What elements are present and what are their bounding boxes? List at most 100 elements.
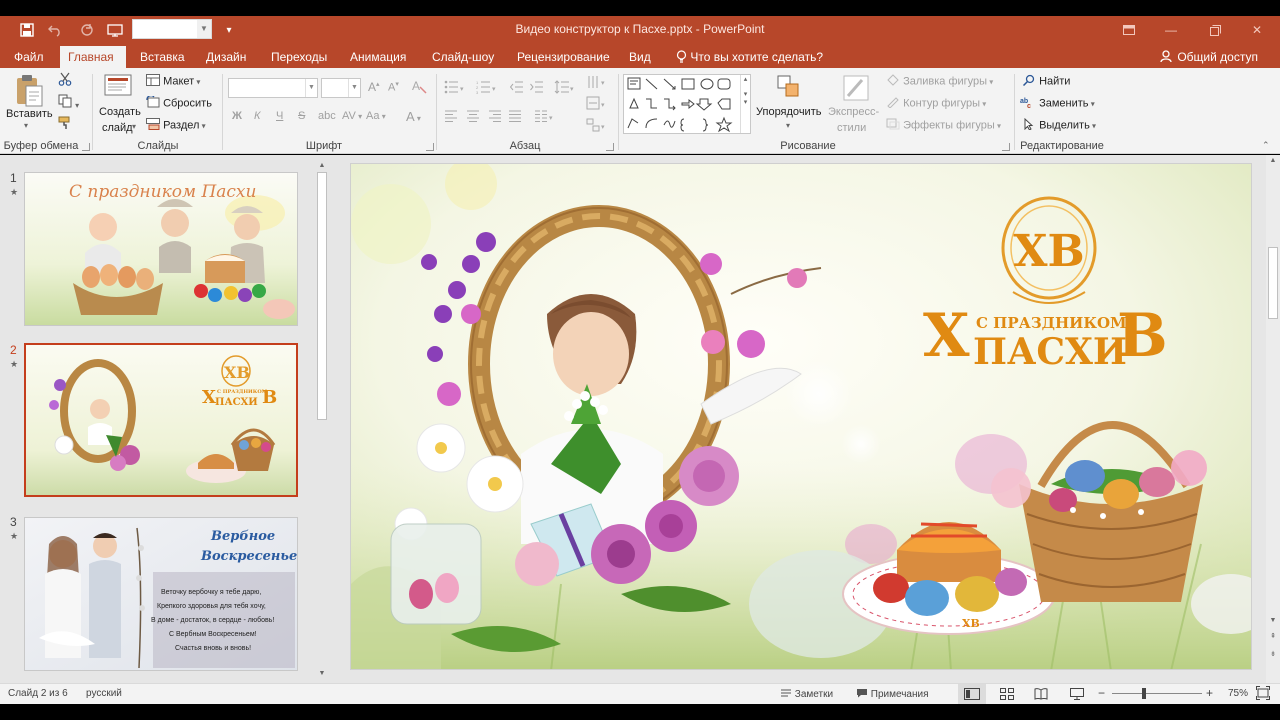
thumbnails-scrollbar[interactable]: ▲ ▼ bbox=[315, 160, 329, 680]
clear-formatting-icon[interactable]: A bbox=[411, 78, 427, 97]
scroll-down-icon[interactable]: ▼ bbox=[315, 668, 329, 680]
increase-indent-icon[interactable] bbox=[530, 80, 544, 97]
collapse-ribbon-icon[interactable]: ⌃ bbox=[1262, 140, 1270, 151]
font-color-icon[interactable]: A ▾ bbox=[406, 109, 421, 124]
text-shadow-icon[interactable]: abc bbox=[318, 110, 336, 122]
quick-styles-label-1[interactable]: Экспресс- bbox=[828, 106, 879, 118]
text-direction-icon[interactable]: ▾ bbox=[586, 74, 608, 93]
section-button[interactable]: Раздел ▾ bbox=[146, 118, 206, 133]
new-slide-label-1[interactable]: Создать bbox=[99, 106, 141, 118]
bold-button[interactable]: Ж bbox=[232, 110, 242, 122]
replace-button[interactable]: ab c Заменить ▾ bbox=[1020, 96, 1095, 111]
slide-sorter-button[interactable] bbox=[1000, 688, 1014, 703]
tab-home[interactable]: Главная bbox=[60, 46, 126, 68]
layout-button[interactable]: Макет ▾ bbox=[146, 74, 200, 89]
font-name-select[interactable]: ▼ bbox=[228, 78, 318, 98]
slideshow-button[interactable] bbox=[1070, 688, 1084, 703]
arrange-button[interactable]: Упорядочить bbox=[756, 106, 821, 118]
new-slide-chevron-icon[interactable]: ▾ bbox=[132, 122, 136, 131]
slide-scroll-thumb[interactable] bbox=[1268, 247, 1278, 319]
close-icon[interactable]: ✕ bbox=[1234, 16, 1280, 44]
ribbon-display-icon[interactable] bbox=[1106, 16, 1152, 44]
arrange-icon[interactable] bbox=[776, 74, 804, 105]
language-indicator[interactable]: русский bbox=[86, 688, 122, 699]
normal-view-button[interactable] bbox=[958, 684, 986, 704]
tab-insert[interactable]: Вставка bbox=[132, 46, 193, 68]
zoom-out-button[interactable]: − bbox=[1098, 686, 1105, 700]
numbering-icon[interactable]: 1 2 3 ▾ bbox=[476, 80, 498, 97]
grow-font-icon[interactable]: A▴ bbox=[368, 80, 380, 94]
paste-chevron-icon[interactable]: ▾ bbox=[24, 121, 28, 130]
minimize-icon[interactable]: — bbox=[1148, 16, 1194, 44]
quick-styles-icon[interactable] bbox=[842, 74, 870, 105]
slide-thumbnail-1[interactable]: С праздником Пасхи bbox=[24, 172, 298, 326]
comments-button[interactable]: Примечания bbox=[856, 688, 929, 700]
tab-review[interactable]: Рецензирование bbox=[509, 46, 618, 68]
tell-me-box[interactable]: Что вы хотите сделать? bbox=[676, 46, 823, 68]
clipboard-launcher-icon[interactable] bbox=[82, 143, 90, 151]
align-text-icon[interactable]: ▾ bbox=[586, 96, 608, 113]
drawing-launcher-icon[interactable] bbox=[1002, 143, 1010, 151]
change-case-icon[interactable]: Aa ▾ bbox=[366, 110, 386, 122]
tab-transitions[interactable]: Переходы bbox=[263, 46, 335, 68]
new-slide-label-2[interactable]: слайд bbox=[102, 122, 133, 134]
columns-icon[interactable]: ▾ bbox=[534, 110, 556, 125]
slide-thumbnail-3[interactable]: Вербное Воскресенье! Веточку вербочку я … bbox=[24, 517, 298, 671]
notes-button[interactable]: Заметки bbox=[780, 688, 833, 700]
tab-animation[interactable]: Анимация bbox=[342, 46, 414, 68]
zoom-in-button[interactable]: + bbox=[1206, 686, 1213, 700]
maximize-icon[interactable] bbox=[1192, 16, 1238, 44]
shape-fill-button[interactable]: Заливка фигуры ▾ bbox=[886, 74, 993, 89]
find-button[interactable]: Найти bbox=[1022, 74, 1070, 89]
italic-button[interactable]: К bbox=[254, 110, 260, 122]
shape-outline-button[interactable]: Контур фигуры ▾ bbox=[886, 96, 986, 111]
bullets-icon[interactable]: ▾ bbox=[444, 80, 466, 97]
align-left-icon[interactable] bbox=[444, 110, 458, 125]
format-painter-icon[interactable] bbox=[58, 116, 72, 133]
slide-counter[interactable]: Слайд 2 из 6 bbox=[8, 688, 68, 699]
gallery-scroll-icon[interactable]: ▴ ▾ ▾ bbox=[740, 75, 750, 133]
select-button[interactable]: Выделить ▾ bbox=[1022, 117, 1096, 133]
decrease-indent-icon[interactable] bbox=[509, 80, 524, 97]
tab-slideshow[interactable]: Слайд-шоу bbox=[424, 46, 502, 68]
previous-slide-icon[interactable]: ⇞ bbox=[1266, 631, 1280, 643]
underline-button[interactable]: Ч bbox=[276, 110, 283, 122]
next-slide-icon[interactable]: ⇟ bbox=[1266, 649, 1280, 661]
thumbnails-scroll-thumb[interactable] bbox=[317, 172, 327, 420]
scroll-down-icon[interactable]: ▼ bbox=[1266, 615, 1280, 627]
smartart-icon[interactable]: ▾ bbox=[586, 118, 608, 135]
reset-button[interactable]: Сбросить bbox=[146, 95, 212, 111]
arrange-chevron-icon[interactable]: ▾ bbox=[786, 121, 790, 130]
copy-icon[interactable]: ▾ bbox=[58, 94, 79, 111]
shapes-gallery[interactable]: ▴ ▾ ▾ bbox=[623, 74, 751, 134]
slide-scrollbar[interactable]: ▲ ▼ ⇞ ⇟ bbox=[1266, 155, 1280, 683]
tab-file[interactable]: Файл bbox=[6, 46, 52, 68]
justify-icon[interactable] bbox=[508, 110, 522, 125]
cut-icon[interactable] bbox=[58, 72, 72, 89]
new-slide-icon[interactable] bbox=[104, 74, 134, 103]
strikethrough-button[interactable]: S bbox=[298, 110, 305, 122]
zoom-slider-thumb[interactable] bbox=[1142, 688, 1146, 699]
scroll-up-icon[interactable]: ▲ bbox=[315, 160, 329, 172]
shrink-font-icon[interactable]: A▾ bbox=[388, 80, 399, 94]
slide-thumbnail-2[interactable]: ХВ Х С ПРАЗДНИКОМ ПАСХИ В bbox=[24, 343, 298, 497]
font-launcher-icon[interactable] bbox=[426, 143, 434, 151]
zoom-slider[interactable] bbox=[1112, 693, 1202, 694]
zoom-level[interactable]: 75% bbox=[1228, 688, 1248, 699]
paste-button[interactable]: Вставить bbox=[6, 108, 53, 120]
align-center-icon[interactable] bbox=[466, 110, 480, 125]
tab-design[interactable]: Дизайн bbox=[198, 46, 254, 68]
paragraph-launcher-icon[interactable] bbox=[606, 143, 614, 151]
align-right-icon[interactable] bbox=[488, 110, 502, 125]
line-spacing-icon[interactable]: ▾ bbox=[554, 80, 576, 97]
share-button[interactable]: Общий доступ bbox=[1160, 46, 1258, 68]
reading-view-button[interactable] bbox=[1034, 688, 1048, 703]
quick-styles-label-2[interactable]: стили bbox=[837, 122, 866, 134]
font-size-select[interactable]: ▼ bbox=[321, 78, 361, 98]
tab-view[interactable]: Вид bbox=[621, 46, 659, 68]
paste-icon[interactable] bbox=[14, 74, 44, 111]
fit-slide-button[interactable] bbox=[1256, 686, 1270, 703]
scroll-up-icon[interactable]: ▲ bbox=[1266, 155, 1280, 167]
char-spacing-icon[interactable]: AV ▾ bbox=[342, 110, 362, 122]
shape-effects-button[interactable]: Эффекты фигуры ▾ bbox=[886, 118, 1001, 133]
